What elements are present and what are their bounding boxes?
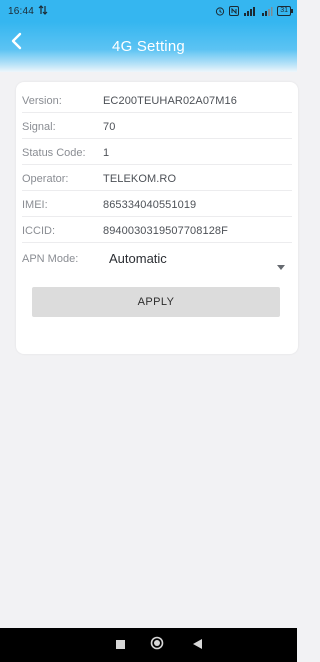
info-row-iccid: ICCID: 8940030319507708128F [22,217,292,243]
iccid-value: 8940030319507708128F [103,225,228,237]
settings-card-content: ICCID: 8940030319507708128F APN Mode: Au… [16,82,298,354]
circle-home-icon [150,636,164,655]
page-title: 4G Setting [112,38,185,55]
system-nav-bar [0,628,297,662]
status-icons: 31 [215,5,293,17]
data-transfer-icon [38,4,48,16]
apn-mode-label: APN Mode: [22,253,79,265]
alarm-icon [215,6,225,16]
home-button[interactable] [137,628,177,662]
apn-mode-select[interactable]: Automatic [103,245,293,277]
triangle-back-icon [192,636,202,654]
app-header: 4G Setting [0,22,297,72]
signal-secondary-icon [261,6,273,16]
status-time: 16:44 [8,6,35,17]
status-bar: 16:44 31 [0,0,297,22]
signal-icon [243,6,257,16]
iccid-label: ICCID: [22,225,55,237]
dropdown-caret-icon [277,257,285,275]
apply-button[interactable]: APPLY [32,287,280,317]
battery-icon: 31 [277,6,293,16]
back-nav-button[interactable] [177,628,217,662]
apn-mode-value: Automatic [109,251,167,266]
nfc-icon [229,6,240,16]
recents-button[interactable] [100,628,140,662]
apn-mode-row: APN Mode: Automatic [22,245,292,277]
square-recents-icon [115,636,125,654]
